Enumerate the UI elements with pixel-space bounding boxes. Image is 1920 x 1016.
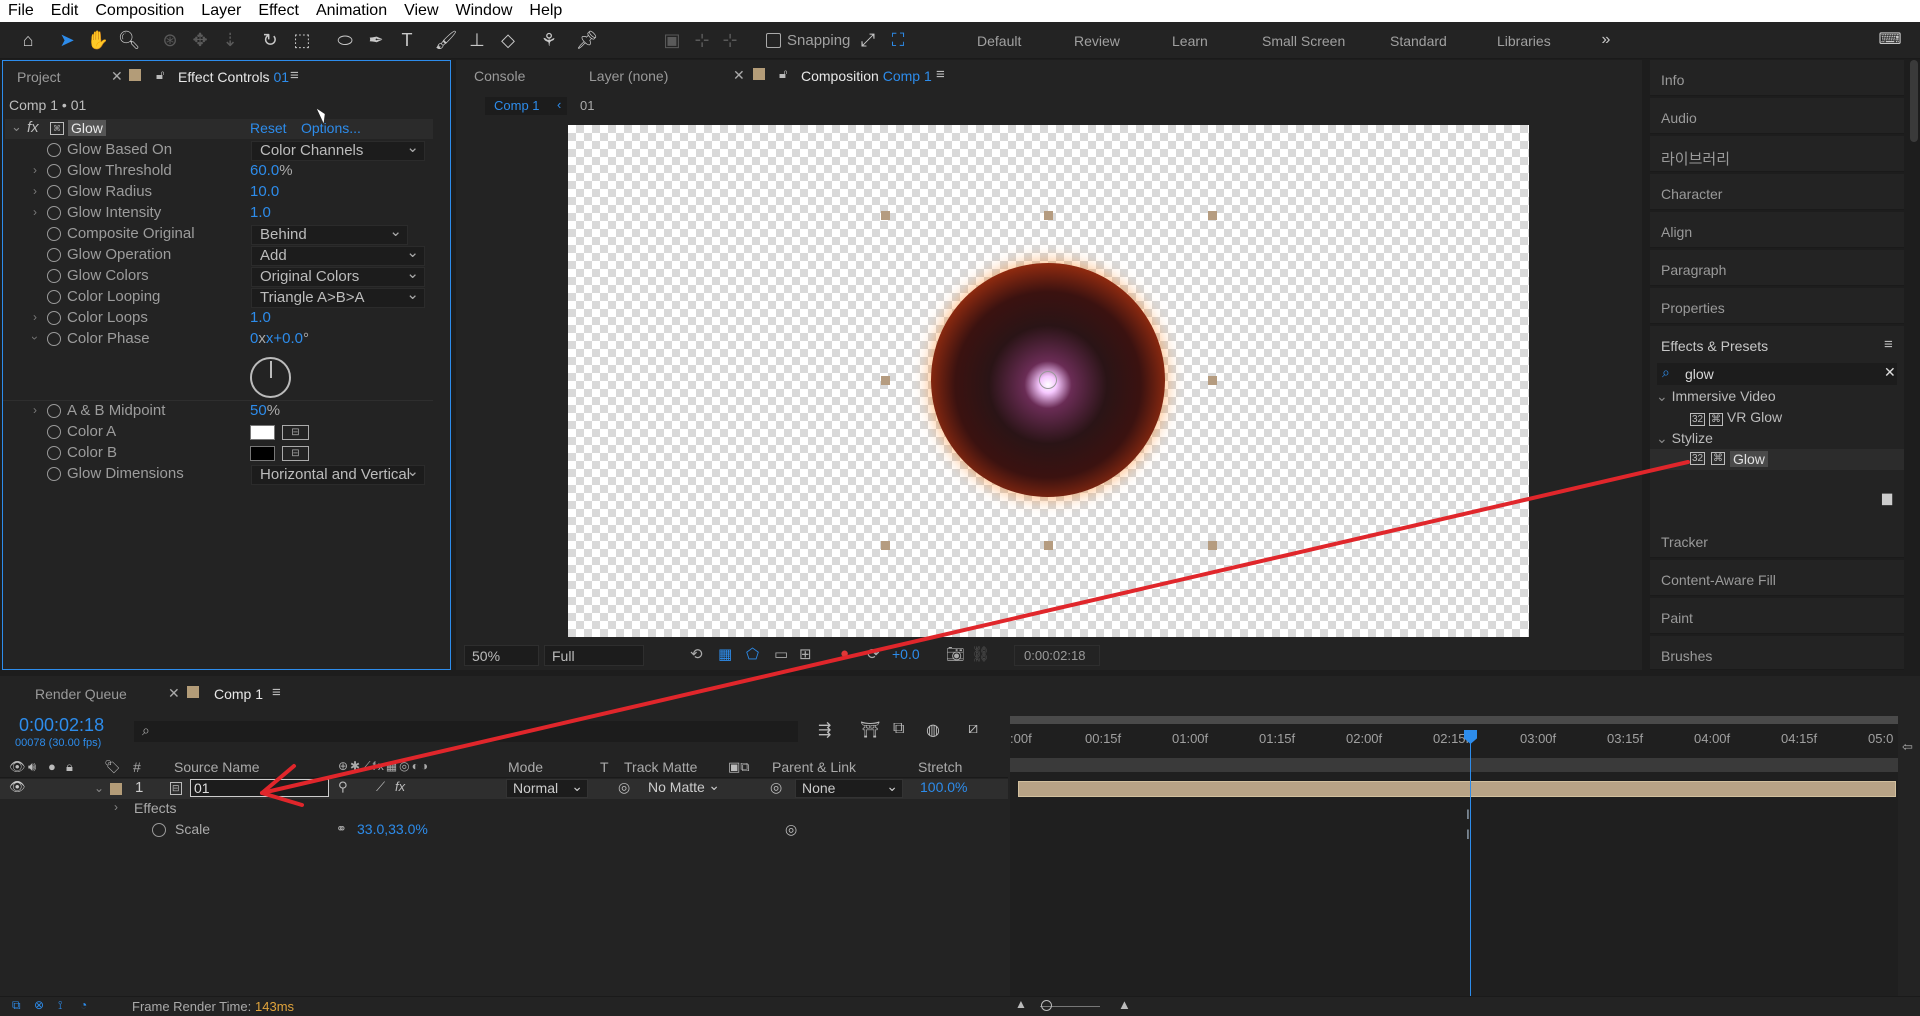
annotation-arrow: [260, 460, 1690, 807]
